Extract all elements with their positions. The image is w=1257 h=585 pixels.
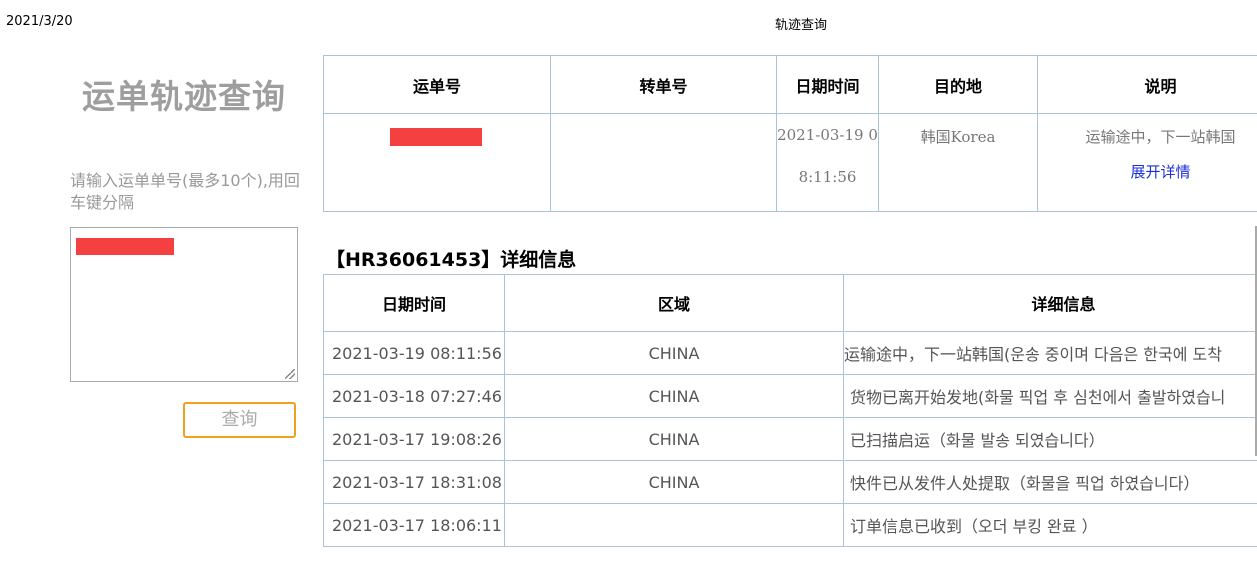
page-title: 运单轨迹查询 bbox=[82, 77, 286, 116]
waybill-cell bbox=[323, 113, 551, 212]
resize-grip-icon[interactable] bbox=[285, 369, 295, 379]
col-header-detail-info: 详细信息 bbox=[843, 274, 1257, 332]
row-datetime: 2021-03-17 19:08:26 bbox=[323, 417, 505, 461]
datetime-cell: 2021-03-19 08:11:56 bbox=[776, 113, 879, 212]
datetime-text: 2021-03-19 08:11:56 bbox=[777, 126, 878, 186]
description-cell: 运输途中，下一站韩国 展开详情 bbox=[1037, 113, 1257, 212]
row-region: CHINA bbox=[504, 417, 844, 461]
detail-header-row: 日期时间 区域 详细信息 bbox=[323, 274, 1257, 332]
table-row: 2021-03-17 18:31:08 CHINA 快件已从发件人处提取（화물을… bbox=[323, 460, 1257, 504]
row-region: CHINA bbox=[504, 460, 844, 504]
summary-table: 运单号 转单号 日期时间 目的地 说明 2021-03-19 08:11:56 … bbox=[323, 55, 1257, 212]
summary-header-row: 运单号 转单号 日期时间 目的地 说明 bbox=[323, 55, 1257, 114]
print-date: 2021/3/20 bbox=[6, 14, 73, 29]
row-datetime: 2021-03-19 08:11:56 bbox=[323, 331, 505, 375]
col-header-detail-datetime: 日期时间 bbox=[323, 274, 505, 332]
redacted-tracking-number bbox=[76, 238, 174, 255]
col-header-destination: 目的地 bbox=[878, 55, 1038, 114]
row-info: 订单信息已收到（오더 부킹 완료 ） bbox=[843, 503, 1257, 547]
col-header-datetime: 日期时间 bbox=[776, 55, 879, 114]
row-info: 快件已从发件人处提取（화물을 픽업 하였습니다） bbox=[843, 460, 1257, 504]
row-region bbox=[504, 503, 844, 547]
row-datetime: 2021-03-18 07:27:46 bbox=[323, 374, 505, 418]
row-info: 已扫描启运（화물 발송 되였습니다） bbox=[843, 417, 1257, 461]
summary-row: 2021-03-19 08:11:56 韩国Korea 运输途中，下一站韩国 展… bbox=[323, 113, 1257, 212]
col-header-region: 区域 bbox=[504, 274, 844, 332]
description-text: 运输途中，下一站韩国 bbox=[1085, 128, 1236, 146]
row-region: CHINA bbox=[504, 331, 844, 375]
row-info: 运输途中，下一站韩国(운송 중이며 다음은 한국에 도착 bbox=[843, 331, 1257, 375]
query-button[interactable]: 查询 bbox=[183, 402, 296, 438]
table-row: 2021-03-17 19:08:26 CHINA 已扫描启运（화물 발송 되였… bbox=[323, 417, 1257, 461]
tracking-number-input[interactable] bbox=[70, 227, 298, 382]
transfer-cell bbox=[550, 113, 777, 212]
table-row: 2021-03-19 08:11:56 CHINA 运输途中，下一站韩国(운송 … bbox=[323, 331, 1257, 375]
row-info: 货物已离开始发地(화물 픽업 후 심천에서 출발하였습니 bbox=[843, 374, 1257, 418]
detail-section-title: 【HR36061453】详细信息 bbox=[326, 249, 577, 271]
detail-table: 日期时间 区域 详细信息 2021-03-19 08:11:56 CHINA 运… bbox=[323, 274, 1257, 547]
table-row: 2021-03-18 07:27:46 CHINA 货物已离开始发地(화물 픽업… bbox=[323, 374, 1257, 418]
redacted-waybill-number bbox=[390, 128, 482, 146]
expand-details-link[interactable]: 展开详情 bbox=[1039, 161, 1257, 182]
table-row: 2021-03-17 18:06:11 订单信息已收到（오더 부킹 완료 ） bbox=[323, 503, 1257, 547]
tracking-input-hint: 请输入运单单号(最多10个),用回车键分隔 bbox=[70, 171, 300, 212]
col-header-waybill: 运单号 bbox=[323, 55, 551, 114]
row-datetime: 2021-03-17 18:06:11 bbox=[323, 503, 505, 547]
row-datetime: 2021-03-17 18:31:08 bbox=[323, 460, 505, 504]
print-page-title: 轨迹查询 bbox=[775, 18, 828, 33]
row-region: CHINA bbox=[504, 374, 844, 418]
col-header-description: 说明 bbox=[1037, 55, 1257, 114]
destination-cell: 韩国Korea bbox=[878, 113, 1038, 212]
col-header-transfer: 转单号 bbox=[550, 55, 777, 114]
